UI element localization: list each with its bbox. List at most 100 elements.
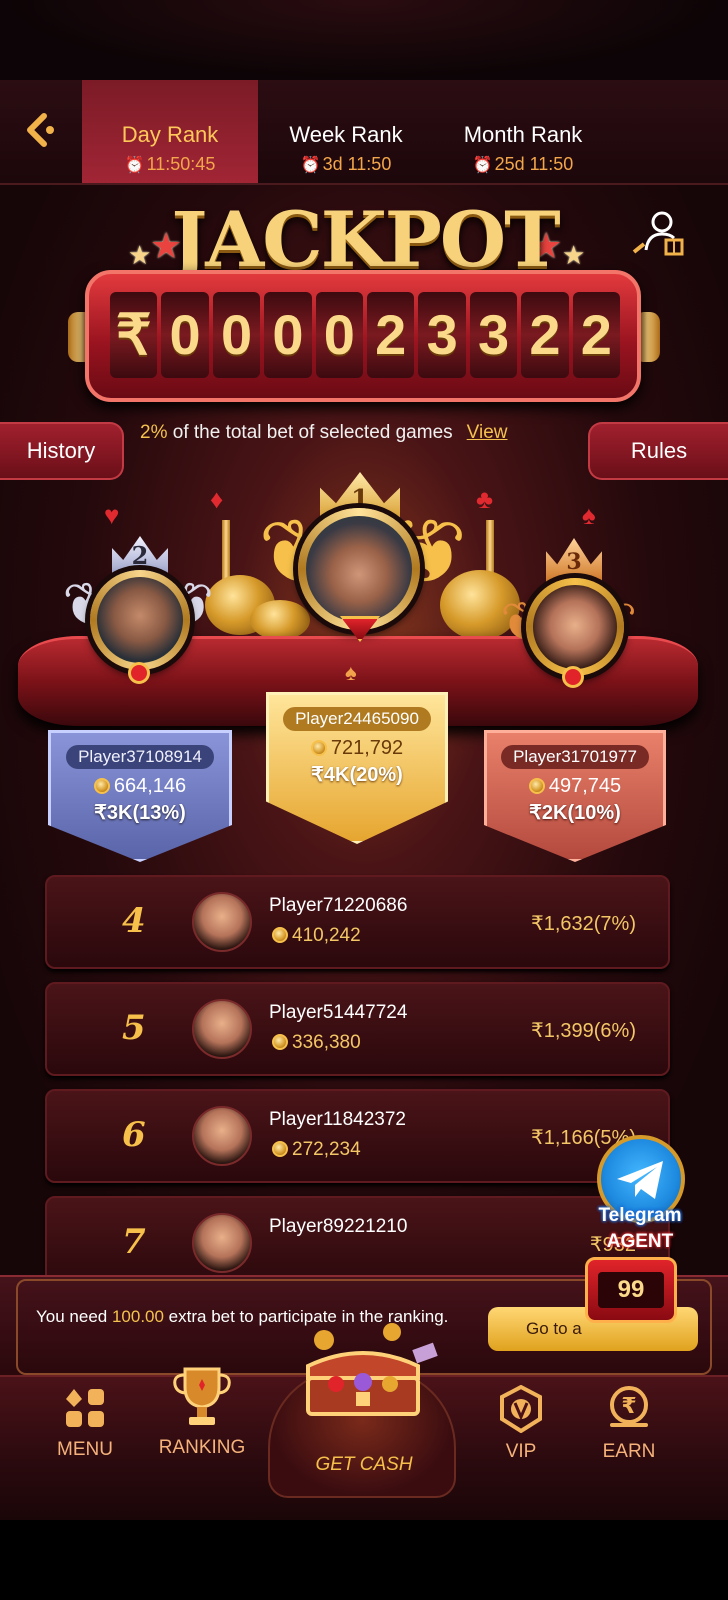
jackpot-digit: 0 bbox=[212, 292, 261, 378]
back-button[interactable] bbox=[20, 110, 70, 160]
player-name: Player37108914 bbox=[66, 745, 214, 769]
coin-icon bbox=[93, 778, 110, 794]
ranking-row[interactable]: 5 Player51447724 336,380 ₹1,399(6%) bbox=[45, 982, 670, 1076]
required-bet-amount: 100.00 bbox=[111, 1307, 164, 1326]
coin-icon bbox=[272, 1141, 288, 1157]
telegram-agent-widget[interactable]: Telegram AGENT 99 bbox=[585, 1135, 695, 1335]
jackpot-title: JACKPOT bbox=[171, 195, 560, 284]
tab-day-rank[interactable]: Day Rank ⏰ 11:50:45 bbox=[82, 80, 258, 183]
player-prize: ₹4K(20%) bbox=[311, 764, 403, 786]
tab-label: Week Rank bbox=[289, 122, 403, 147]
top-strip bbox=[0, 0, 728, 80]
avatar bbox=[192, 892, 252, 952]
tab-label: Month Rank bbox=[463, 122, 583, 147]
avatar bbox=[192, 1213, 252, 1273]
player-coins: 721,792 bbox=[269, 737, 445, 760]
rank-number: 4 bbox=[122, 901, 146, 941]
player-name: Player71220686 bbox=[269, 895, 408, 916]
coin-icon bbox=[272, 1034, 288, 1050]
player-name: Player51447724 bbox=[269, 1002, 408, 1023]
player-prize: ₹1,632(7%) bbox=[531, 913, 636, 935]
jackpot-description: 2% of the total bet of selected games Vie… bbox=[140, 422, 580, 450]
nav-label: MENU bbox=[57, 1439, 113, 1460]
clock-icon: ⏰ bbox=[300, 157, 321, 174]
coin-pile bbox=[250, 600, 310, 640]
rupee-coin-icon: ₹ bbox=[610, 1386, 648, 1427]
player-prize: ₹3K(13%) bbox=[94, 802, 186, 824]
jackpot-digit: 2 bbox=[521, 292, 569, 378]
nav-earn[interactable]: ₹ EARN bbox=[594, 1385, 664, 1463]
player-coins: 497,745 bbox=[487, 775, 663, 798]
history-button[interactable]: History bbox=[0, 422, 124, 480]
avatar bbox=[192, 999, 252, 1059]
profile-gift-button[interactable] bbox=[632, 208, 686, 258]
gem-icon bbox=[562, 666, 584, 688]
player-prize: ₹2K(10%) bbox=[529, 802, 621, 824]
vip-badge-icon bbox=[500, 1385, 542, 1433]
player-name: Player24465090 bbox=[283, 707, 431, 731]
jackpot-digit: 0 bbox=[161, 292, 209, 378]
jackpot-description-text: of the total bet of selected games bbox=[167, 422, 453, 443]
player-coins: 336,380 bbox=[272, 1032, 361, 1054]
jackpot-digit: 0 bbox=[264, 292, 312, 378]
user-gift-icon bbox=[632, 211, 684, 256]
back-chevron-icon bbox=[27, 113, 54, 147]
currency-symbol: ₹ bbox=[110, 292, 158, 378]
tab-countdown: ⏰ 11:50:45 bbox=[124, 154, 216, 174]
treasure-chest-icon bbox=[288, 1320, 438, 1420]
nav-label: RANKING bbox=[158, 1437, 246, 1458]
clock-icon: ⏰ bbox=[472, 157, 493, 174]
club-icon: ♣ bbox=[476, 484, 494, 514]
coin-icon bbox=[272, 927, 288, 943]
agent-label: AGENT bbox=[606, 1231, 674, 1252]
player-coins: 272,234 bbox=[272, 1139, 361, 1161]
player-name: Player31701977 bbox=[501, 745, 649, 769]
coin-icon bbox=[528, 778, 545, 794]
spade-icon: ♠ bbox=[345, 660, 357, 685]
nav-vip[interactable]: VIP bbox=[486, 1385, 556, 1463]
jackpot-digit: 3 bbox=[469, 292, 518, 378]
rank-number: 7 bbox=[122, 1222, 146, 1262]
system-bar bbox=[0, 1520, 728, 1600]
player-coins: 664,146 bbox=[51, 775, 229, 798]
rank-tabs: Day Rank ⏰ 11:50:45 Week Rank ⏰ 3d 11:50 M… bbox=[0, 80, 728, 185]
grid-menu-icon bbox=[66, 1389, 104, 1427]
diamond-icon: ♦ bbox=[210, 484, 224, 514]
get-cash-label: GET CASH bbox=[315, 1454, 413, 1475]
rank-number: 6 bbox=[122, 1115, 146, 1155]
rules-button[interactable]: Rules bbox=[588, 422, 728, 480]
avatar[interactable] bbox=[306, 516, 412, 622]
nav-ranking[interactable]: RANKING bbox=[150, 1361, 254, 1459]
player-name: Player89221210 bbox=[269, 1216, 408, 1237]
ranking-row[interactable]: 4 Player71220686 410,242 ₹1,632(7%) bbox=[45, 875, 670, 969]
slot-machine-icon: 99 bbox=[585, 1257, 677, 1323]
nav-menu[interactable]: MENU bbox=[40, 1385, 130, 1461]
player-name: Player11842372 bbox=[269, 1109, 406, 1130]
tab-label: Day Rank bbox=[121, 122, 219, 147]
tab-week-rank[interactable]: Week Rank ⏰ 3d 11:50 bbox=[268, 80, 424, 183]
jackpot-digit: 2 bbox=[367, 292, 415, 378]
slot-reels: 99 bbox=[598, 1272, 664, 1308]
view-link[interactable]: View bbox=[467, 422, 508, 443]
nav-label: EARN bbox=[602, 1441, 656, 1462]
tab-countdown: ⏰ 25d 11:50 bbox=[472, 154, 574, 174]
tab-month-rank[interactable]: Month Rank ⏰ 25d 11:50 bbox=[440, 80, 606, 183]
jackpot-counter: ₹ 0 0 0 0 2 3 3 2 2 bbox=[110, 292, 621, 378]
gem-icon bbox=[128, 662, 150, 684]
tab-countdown: ⏰ 3d 11:50 bbox=[300, 154, 392, 174]
spade-icon: ♠ bbox=[582, 500, 596, 530]
heart-icon: ♥ bbox=[104, 500, 120, 530]
player-prize: ₹1,399(6%) bbox=[531, 1020, 636, 1042]
avatar[interactable] bbox=[97, 577, 183, 663]
ranking-row[interactable]: 6 Player11842372 272,234 ₹1,166(5%) bbox=[45, 1089, 670, 1183]
trophy-icon bbox=[173, 1367, 231, 1425]
svg-text:₹: ₹ bbox=[621, 1394, 636, 1419]
jackpot-digit: 3 bbox=[418, 292, 466, 378]
avatar bbox=[192, 1106, 252, 1166]
coin-icon bbox=[310, 740, 327, 756]
jackpot-percent: 2% bbox=[140, 422, 168, 443]
avatar[interactable] bbox=[533, 585, 617, 669]
player-coins: 410,242 bbox=[272, 925, 361, 947]
jackpot-digit: 2 bbox=[572, 292, 621, 378]
rank-number: 5 bbox=[122, 1008, 146, 1048]
